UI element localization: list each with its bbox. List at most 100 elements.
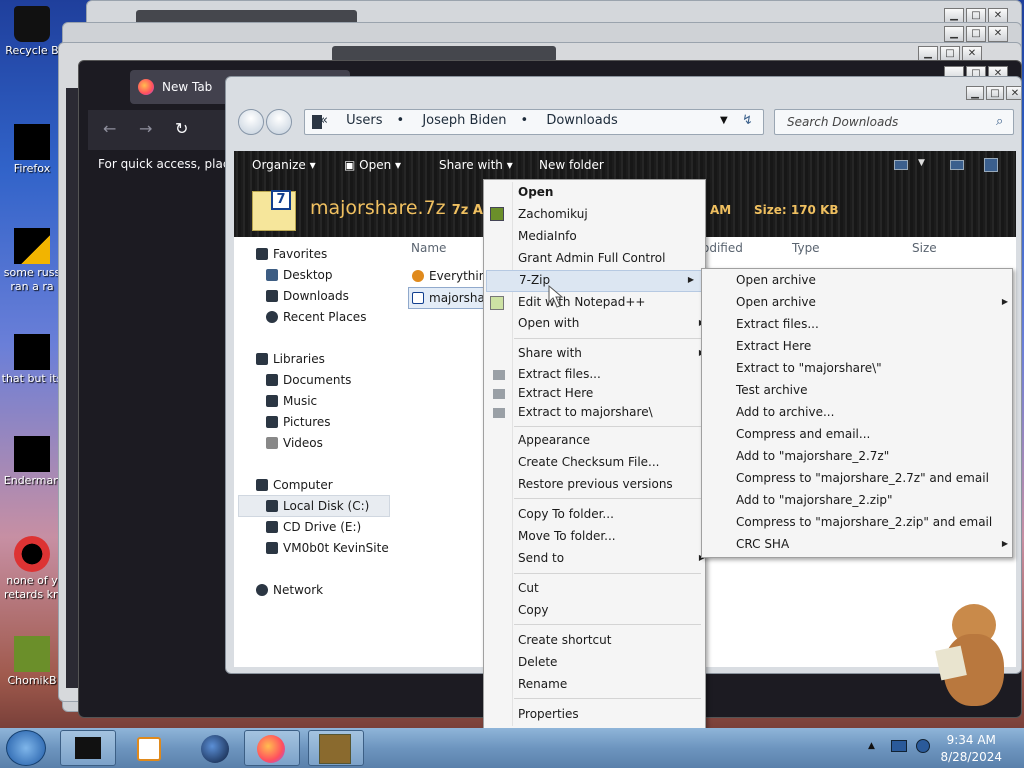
submenu-item-compress-zip-email[interactable]: Compress to "majorshare_2.zip" and email — [736, 513, 992, 531]
submenu-item-extract-here[interactable]: Extract Here — [736, 337, 811, 355]
menu-item-extract-here[interactable]: Extract Here — [518, 384, 593, 402]
nav-downloads[interactable]: Downloads — [266, 289, 349, 303]
taskbar-item-media[interactable] — [122, 730, 178, 766]
submenu-item-compress-email[interactable]: Compress and email... — [736, 425, 870, 443]
file-row-everything[interactable]: Everything — [412, 269, 494, 283]
forward-button[interactable] — [266, 109, 292, 135]
tray-network-icon[interactable] — [916, 739, 930, 753]
desktop-icon-none-of[interactable]: none of y retards kn — [0, 536, 64, 602]
close-icon[interactable]: ✕ — [988, 26, 1008, 42]
desktop-icon-russ[interactable]: some russ ran a ra — [0, 228, 64, 294]
search-input[interactable]: Search Downloads — [779, 112, 1015, 134]
menu-item-create-checksum[interactable]: Create Checksum File... — [518, 453, 660, 471]
nav-vm-share[interactable]: VM0b0t KevinSite — [266, 541, 389, 555]
minimize-icon[interactable]: ▁ — [944, 26, 964, 42]
menu-item-move-to-folder[interactable]: Move To folder... — [518, 527, 616, 545]
back-icon[interactable]: ← — [103, 119, 116, 138]
forward-icon[interactable]: → — [139, 119, 152, 138]
taskbar-item-chomikbox[interactable] — [308, 730, 364, 766]
help-icon[interactable] — [984, 158, 998, 172]
menu-item-appearance[interactable]: Appearance — [518, 431, 590, 449]
close-icon[interactable]: ✕ — [1006, 86, 1021, 100]
submenu-item-compress-7z-email[interactable]: Compress to "majorshare_2.7z" and email — [736, 469, 989, 487]
tray-display-icon[interactable] — [891, 740, 907, 752]
desktop-icon-firefox[interactable]: Firefox — [0, 124, 64, 176]
reload-icon[interactable]: ↻ — [175, 119, 188, 138]
submenu-item-extract-files[interactable]: Extract files... — [736, 315, 819, 333]
new-folder-button[interactable]: New folder — [539, 158, 604, 172]
submenu-item-open-archive[interactable]: Open archive — [736, 271, 816, 289]
refresh-icon[interactable]: ↯ — [742, 113, 753, 128]
menu-item-properties[interactable]: Properties — [518, 705, 579, 723]
taskbar-item-firefox[interactable] — [244, 730, 300, 766]
menu-item-rename[interactable]: Rename — [518, 675, 567, 693]
breadcrumb-prefix[interactable]: « — [320, 113, 328, 128]
back-button[interactable] — [238, 109, 264, 135]
menu-item-edit-notepadpp[interactable]: Edit with Notepad++ — [518, 293, 645, 311]
submenu-item-add-to-archive[interactable]: Add to archive... — [736, 403, 834, 421]
views-icon[interactable] — [894, 160, 908, 170]
nav-recent-places[interactable]: Recent Places — [266, 310, 366, 324]
nav-desktop[interactable]: Desktop — [266, 268, 333, 282]
submenu-item-extract-to[interactable]: Extract to "majorshare\" — [736, 359, 882, 377]
maximize-icon[interactable]: □ — [966, 26, 986, 42]
desktop-icon-recycle-bin[interactable]: Recycle B — [0, 6, 64, 58]
nav-documents[interactable]: Documents — [266, 373, 351, 387]
maximize-icon[interactable]: □ — [986, 86, 1004, 100]
preview-pane-icon[interactable] — [950, 160, 964, 170]
open-button[interactable]: ▣ Open ▾ — [344, 158, 401, 172]
nav-network[interactable]: Network — [256, 583, 323, 597]
nav-computer[interactable]: Computer — [256, 478, 333, 492]
menu-item-mediainfo[interactable]: MediaInfo — [518, 227, 577, 245]
nav-libraries[interactable]: Libraries — [256, 352, 325, 366]
taskbar-item-explorer[interactable] — [60, 730, 116, 766]
minimize-icon[interactable]: ▁ — [966, 86, 984, 100]
menu-item-zachomikuj[interactable]: Zachomikuj — [518, 205, 588, 223]
views-dropdown-icon[interactable]: ▼ — [918, 158, 925, 168]
desktop-icon-that-but[interactable]: that but its — [0, 334, 64, 386]
breadcrumb-downloads[interactable]: Downloads — [546, 113, 617, 128]
nav-pictures[interactable]: Pictures — [266, 415, 331, 429]
nav-local-disk[interactable]: Local Disk (C:) — [266, 499, 369, 513]
desktop-icon-enderman[interactable]: Enderman — [0, 436, 64, 488]
desktop-icon-chomikbox[interactable]: ChomikB — [0, 636, 64, 688]
menu-item-extract-to[interactable]: Extract to majorshare\ — [518, 403, 653, 421]
column-header-name[interactable]: Name — [411, 241, 446, 255]
nav-cd-drive[interactable]: CD Drive (E:) — [266, 520, 361, 534]
menu-item-send-to[interactable]: Send to▶ — [518, 549, 705, 567]
menu-item-extract-files[interactable]: Extract files... — [518, 365, 601, 383]
menu-item-create-shortcut[interactable]: Create shortcut — [518, 631, 611, 649]
submenu-item-crc-sha[interactable]: CRC SHA ▶ — [736, 535, 1008, 553]
breadcrumb-joseph-biden[interactable]: Joseph Biden — [422, 113, 506, 128]
column-header-type[interactable]: Type — [792, 241, 820, 255]
start-button[interactable] — [6, 730, 46, 766]
menu-item-share-with[interactable]: Share with▶ — [518, 344, 705, 362]
tray-arrow-icon[interactable]: ▲ — [868, 741, 875, 751]
breadcrumb-users[interactable]: Users — [346, 113, 382, 128]
menu-item-copy[interactable]: Copy — [518, 601, 548, 619]
submenu-item-test-archive[interactable]: Test archive — [736, 381, 808, 399]
share-with-button[interactable]: Share with ▾ — [439, 158, 513, 172]
menu-item-copy-to-folder[interactable]: Copy To folder... — [518, 505, 614, 523]
menu-item-restore-versions[interactable]: Restore previous versions — [518, 475, 673, 493]
nav-music[interactable]: Music — [266, 394, 317, 408]
submenu-item-add-7z[interactable]: Add to "majorshare_2.7z" — [736, 447, 889, 465]
file-row-majorshare[interactable]: majorshar — [412, 291, 490, 305]
submenu-item-open-archive-more[interactable]: Open archive ▶ — [736, 293, 1008, 311]
menu-item-cut[interactable]: Cut — [518, 579, 539, 597]
organize-button[interactable]: Organize ▾ — [252, 158, 316, 172]
menu-item-open-with[interactable]: Open with▶ — [518, 314, 705, 332]
menu-item-delete[interactable]: Delete — [518, 653, 557, 671]
search-icon[interactable]: ⌕ — [996, 114, 1003, 129]
column-header-size[interactable]: Size — [912, 241, 937, 255]
submenu-item-add-zip[interactable]: Add to "majorshare_2.zip" — [736, 491, 893, 509]
column-header-modified[interactable]: odified — [702, 241, 743, 255]
history-dropdown-icon[interactable]: ▼ — [720, 115, 728, 126]
menu-item-open[interactable]: Open — [518, 183, 553, 201]
taskbar-item-globe[interactable] — [186, 730, 242, 766]
clock[interactable]: 9:34 AM 8/28/2024 — [940, 732, 1002, 766]
nav-favorites[interactable]: Favorites — [256, 247, 327, 261]
nav-videos[interactable]: Videos — [266, 436, 323, 450]
menu-item-7zip[interactable]: 7-Zip ▶ — [486, 270, 703, 292]
menu-item-grant-admin[interactable]: Grant Admin Full Control — [518, 249, 665, 267]
